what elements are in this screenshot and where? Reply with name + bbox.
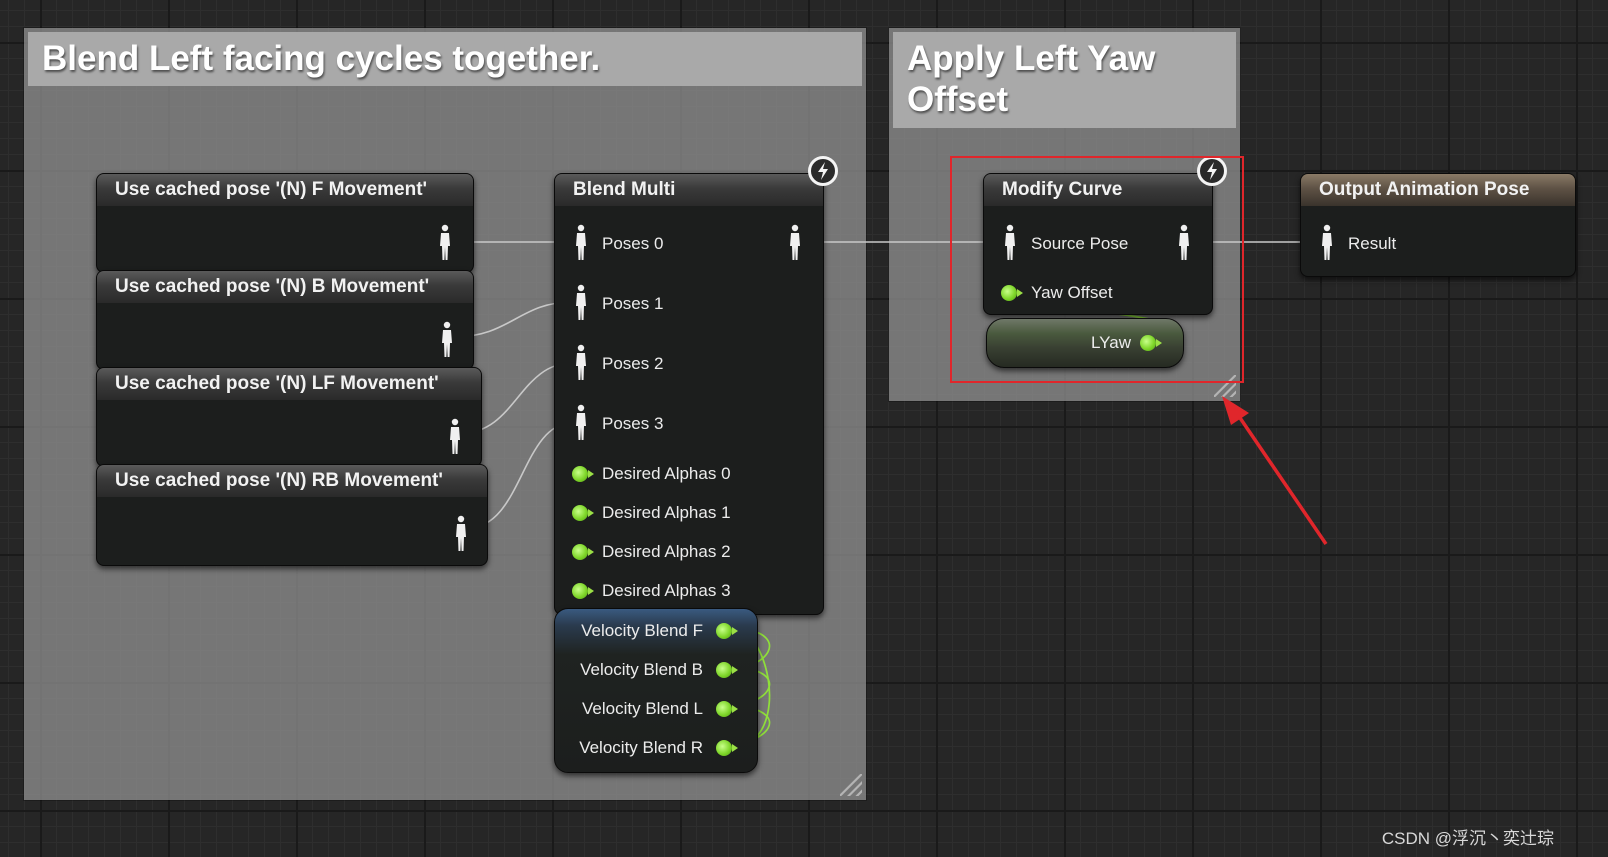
output-animation-pose-node[interactable]: Output Animation Pose Result — [1300, 173, 1576, 277]
node-title: Output Animation Pose — [1301, 174, 1575, 206]
pose-pin-icon[interactable] — [1319, 224, 1335, 267]
pin-label-result: Result — [1348, 234, 1397, 253]
watermark: CSDN @浮沉丶奕辻琮 — [1381, 829, 1554, 848]
annotation-arrow-icon — [1222, 396, 1328, 545]
